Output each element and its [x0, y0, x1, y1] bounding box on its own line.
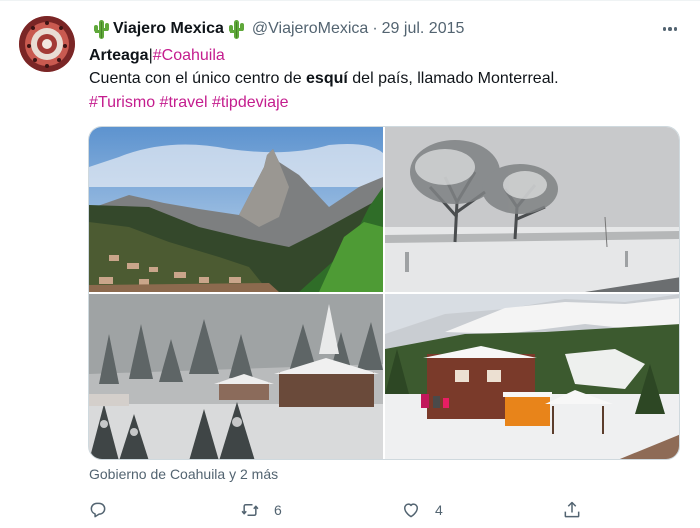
tweet-text: Cuenta con el único centro de	[89, 70, 307, 87]
tweet-date[interactable]: 29 jul. 2015	[382, 20, 465, 38]
cactus-icon	[226, 18, 246, 40]
share-button[interactable]	[562, 498, 582, 522]
tweet-text: del país, llamado Monterreal.	[347, 70, 559, 87]
photo-snowy-forest-cabins[interactable]	[89, 294, 383, 459]
photo-wooden-cabin-snow[interactable]	[385, 294, 679, 459]
share-icon	[564, 501, 580, 518]
retweet-icon	[241, 504, 259, 516]
bold-text: Arteaga	[89, 47, 149, 64]
hashtag-link[interactable]: #travel	[160, 94, 208, 111]
more-horizontal-icon	[662, 27, 667, 31]
photo-snowy-trees[interactable]	[385, 127, 679, 292]
photo-mountain-peak[interactable]	[89, 127, 383, 292]
bold-text: esquí	[306, 70, 348, 87]
tweet-actions: 6 4	[88, 498, 588, 522]
retweet-count: 6	[274, 502, 282, 518]
retweet-button[interactable]: 6	[240, 498, 282, 522]
display-name: Viajero Mexica	[113, 20, 224, 37]
hashtag-link[interactable]: #Coahuila	[153, 47, 225, 64]
tweet[interactable]: Viajero Mexica @ViajeroMexica · 29 jul. …	[0, 0, 700, 528]
photo-grid	[88, 126, 680, 460]
reply-icon	[90, 502, 106, 518]
tagged-people-link[interactable]: Gobierno de Coahuila y 2 más	[89, 466, 278, 482]
tweet-text-line-2: Cuenta con el único centro de esquí del …	[89, 68, 559, 90]
tweet-hashtags: #Turismo #travel #tipdeviaje	[89, 92, 289, 114]
user-handle[interactable]: @ViajeroMexica	[252, 20, 368, 38]
display-name-link[interactable]: Viajero Mexica	[89, 18, 248, 40]
tweet-text-line-1: Arteaga|#Coahuila	[89, 45, 225, 67]
like-button[interactable]: 4	[401, 498, 443, 522]
heart-icon	[404, 503, 418, 518]
tweet-header: Viajero Mexica @ViajeroMexica · 29 jul. …	[89, 18, 464, 40]
cactus-icon	[91, 18, 111, 40]
hashtag-link[interactable]: #tipdeviaje	[212, 94, 289, 111]
hashtag-link[interactable]: #Turismo	[89, 94, 155, 111]
like-count: 4	[435, 502, 443, 518]
separator-dot: ·	[372, 20, 378, 37]
avatar[interactable]	[19, 16, 75, 72]
reply-button[interactable]	[88, 498, 108, 522]
more-options-button[interactable]	[658, 18, 682, 40]
